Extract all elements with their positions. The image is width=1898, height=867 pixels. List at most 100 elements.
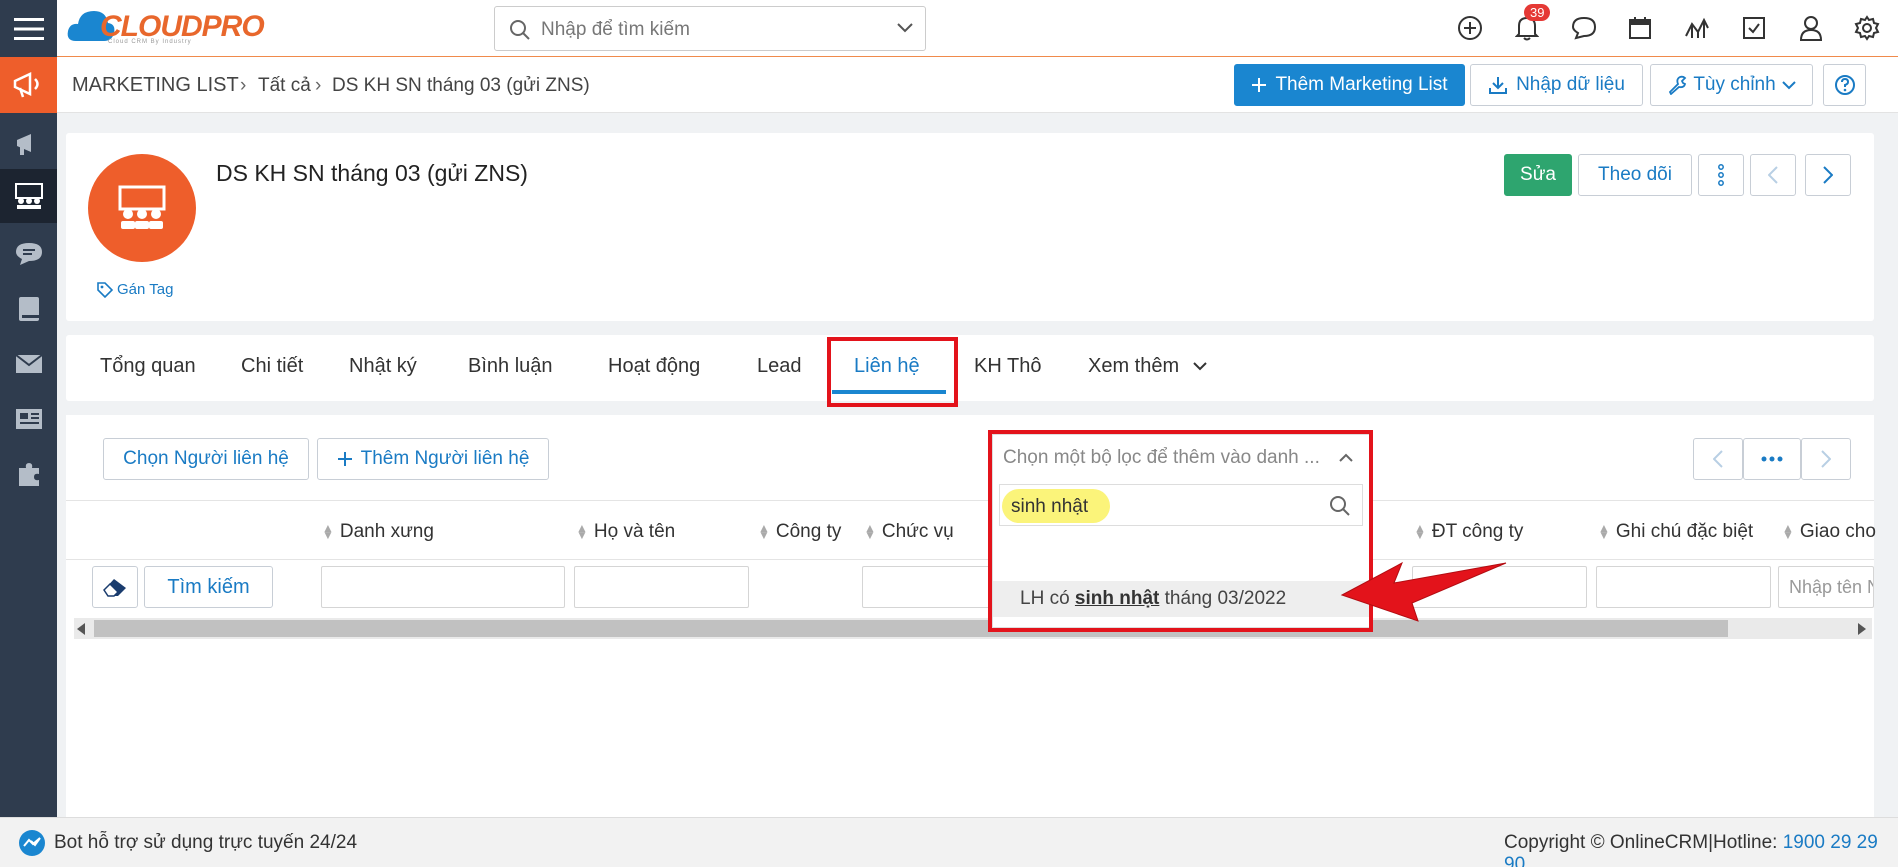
tab-lead[interactable]: Lead [757,355,802,378]
previous-record-button[interactable] [1750,154,1796,196]
sidebar-item-campaign[interactable] [0,117,57,171]
column-header[interactable]: ▲ ▼ Ghi chú đặc biệt [1598,521,1753,543]
column-label: Danh xưng [339,521,434,542]
record-title: DS KH SN tháng 03 (gửi ZNS) [216,160,528,186]
breadcrumb-separator: › [315,75,322,96]
customize-button[interactable]: Tùy chỉnh [1650,64,1813,106]
column-header[interactable]: ▲ ▼ Công ty [758,521,841,543]
column-label: Giao cho [1799,521,1876,542]
sidebar-item-plugins[interactable] [0,447,57,501]
add-contact-label: Thêm Người liên hệ [360,448,530,469]
add-tag-link[interactable]: Gán Tag [97,281,173,298]
column-header[interactable]: ▲ ▼ ĐT công ty [1414,521,1523,543]
horizontal-dots-icon [1761,456,1783,462]
calendar-icon[interactable] [1626,14,1654,42]
import-data-button[interactable]: Nhập dữ liệu [1470,64,1643,106]
sidebar-item-marketing-list[interactable] [0,169,57,223]
help-icon [1834,74,1856,96]
scroll-left-icon[interactable] [77,623,85,635]
select-contact-button[interactable]: Chọn Người liên hệ [103,438,309,480]
import-data-label: Nhập dữ liệu [1516,74,1625,95]
notification-badge: 39 [1524,4,1551,21]
filter-input-fullname[interactable] [574,566,749,608]
add-marketing-list-button[interactable]: Thêm Marketing List [1234,64,1465,106]
tab-activities[interactable]: Hoạt động [608,355,700,378]
sort-icon: ▲ ▼ [864,521,876,542]
tab-more[interactable]: Xem thêm [1088,355,1207,378]
column-label: Ghi chú đặc biệt [1615,521,1754,542]
list-prev-button[interactable] [1693,438,1743,480]
chevron-down-icon [1193,362,1207,371]
chevron-down-icon[interactable] [897,23,913,33]
menu-icon[interactable] [0,0,57,57]
plus-circle-icon[interactable] [1456,14,1484,42]
highlight-box-dropdown [988,430,1373,632]
filter-input-title[interactable] [321,566,565,608]
tab-overview[interactable]: Tổng quan [100,355,196,378]
user-icon[interactable] [1797,14,1825,42]
top-bar [0,0,1898,57]
column-label: Công ty [775,521,842,542]
tab-comments[interactable]: Bình luận [468,355,553,378]
column-label: Chức vụ [881,521,954,542]
tab-details[interactable]: Chi tiết [241,355,303,378]
add-contact-button[interactable]: Thêm Người liên hệ [317,438,549,480]
filter-input-position[interactable] [862,566,992,608]
breadcrumb-module[interactable]: MARKETING LIST [72,74,239,97]
left-sidebar [0,57,57,817]
eraser-icon [102,576,128,598]
sort-icon: ▲ ▼ [1782,521,1794,542]
column-header[interactable]: ▲ ▼ Danh xưng [322,521,434,543]
edit-button[interactable]: Sửa [1504,154,1572,196]
sidebar-item-marketing[interactable] [0,57,57,113]
sidebar-item-knowledge[interactable] [0,282,57,336]
filter-input-special-note[interactable] [1596,566,1771,608]
column-header[interactable]: ▲ ▼ Giao cho [1782,521,1876,543]
messenger-icon[interactable] [18,829,46,857]
plus-icon [1251,77,1267,93]
highlight-box-tab [827,337,958,407]
wrench-icon [1667,75,1687,95]
chart-icon[interactable] [1683,14,1711,42]
more-actions-button[interactable] [1698,154,1744,196]
gear-icon[interactable] [1853,14,1881,42]
chevron-left-icon [1713,450,1723,468]
search-filter-button[interactable]: Tìm kiếm [144,566,273,608]
clear-filter-button[interactable] [92,566,138,608]
chevron-right-icon [1823,166,1833,184]
sort-icon: ▲ ▼ [576,521,588,542]
column-label: ĐT công ty [1431,521,1524,542]
column-label: Họ và tên [593,521,676,542]
plus-icon [337,451,353,467]
scroll-right-icon[interactable] [1858,623,1866,635]
chat-icon[interactable] [1570,14,1598,42]
global-search-input[interactable]: Nhập để tìm kiếm [494,6,926,51]
record-tabs [66,335,1874,401]
sidebar-item-messages[interactable] [0,227,57,281]
column-header[interactable]: ▲ ▼ Họ và tên [576,521,675,543]
copyright-label: Copyright © OnlineCRM|Hotline: [1504,832,1783,853]
checkbox-icon[interactable] [1740,14,1768,42]
tab-raw-customers[interactable]: KH Thô [974,355,1041,378]
help-button[interactable] [1823,64,1866,106]
logo-tagline: Cloud CRM By Industry [108,39,192,45]
sidebar-item-report[interactable] [0,392,57,446]
follow-button[interactable]: Theo dõi [1578,154,1692,196]
copyright-text: Copyright © OnlineCRM|Hotline: 1900 29 2… [1504,832,1898,867]
download-icon [1488,75,1508,95]
tab-log[interactable]: Nhật ký [349,355,417,378]
next-record-button[interactable] [1805,154,1851,196]
add-tag-label: Gán Tag [117,281,174,298]
sort-icon: ▲ ▼ [1598,521,1610,542]
tag-icon [97,281,113,298]
column-header[interactable]: ▲ ▼ Chức vụ [864,521,954,543]
bot-support-text[interactable]: Bot hỗ trợ sử dụng trực tuyến 24/24 [54,832,357,854]
search-placeholder: Nhập để tìm kiếm [541,19,690,40]
sidebar-item-email[interactable] [0,337,57,391]
add-marketing-list-label: Thêm Marketing List [1275,74,1448,95]
list-more-button[interactable] [1743,438,1801,480]
filter-input-assigned[interactable]: Nhập tên N [1778,566,1874,608]
list-next-button[interactable] [1801,438,1851,480]
breadcrumb-all[interactable]: Tất cả [258,75,311,97]
chevron-right-icon [1821,450,1831,468]
